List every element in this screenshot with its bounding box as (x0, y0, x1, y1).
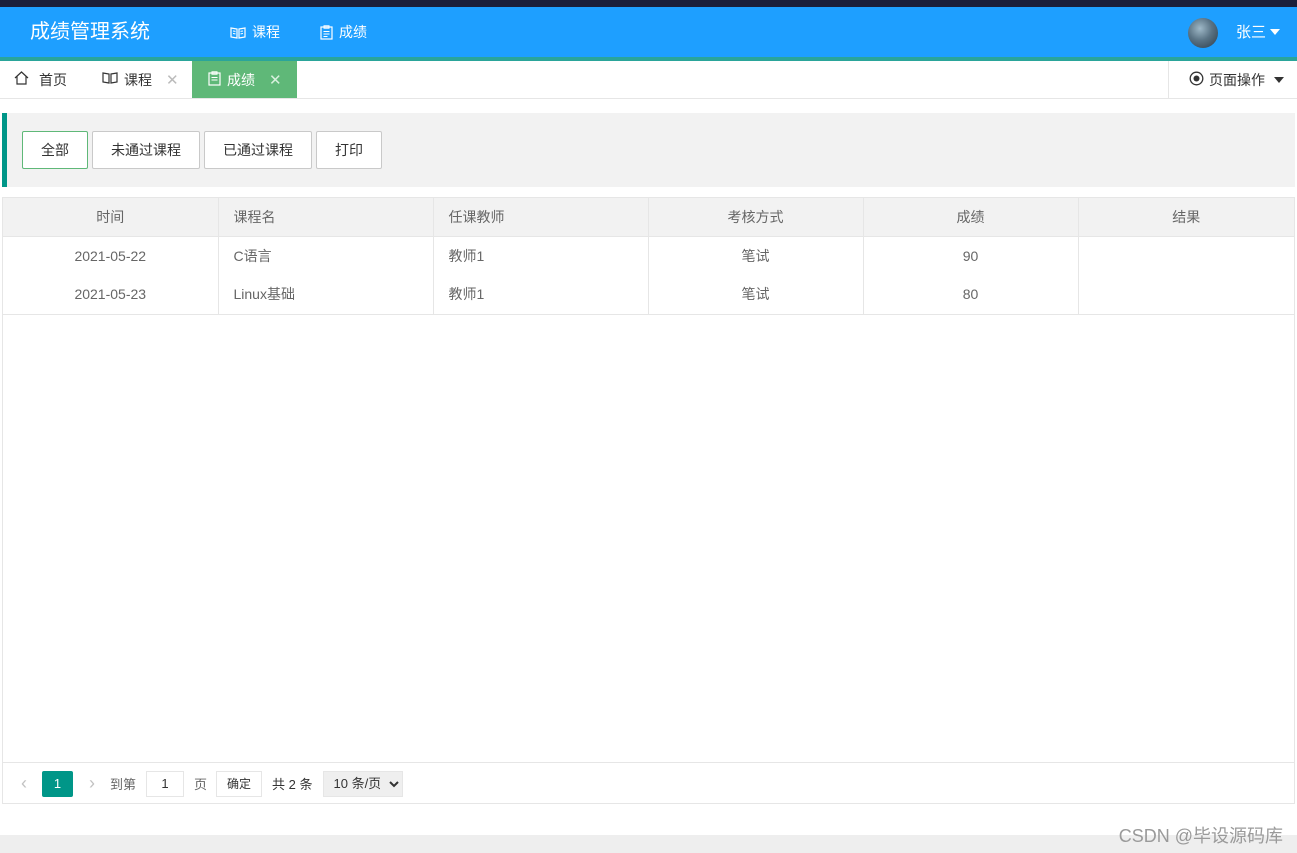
nav-label: 课程 (252, 24, 280, 40)
cell-course: C语言 (218, 236, 434, 275)
close-icon[interactable]: ✕ (269, 71, 282, 89)
grades-table: 时间 课程名 任课教师 考核方式 成绩 结果 2021-05-22 C语言 教师… (2, 197, 1295, 804)
nav-label: 成绩 (339, 24, 367, 40)
total-count-label: 共 2 条 (272, 777, 313, 792)
chevron-down-icon (1274, 76, 1284, 83)
tab-label: 课程 (124, 71, 152, 88)
cell-time: 2021-05-22 (3, 236, 219, 275)
page-size-select[interactable]: 10 条/页 (322, 770, 403, 797)
confirm-jump-button[interactable]: 确定 (216, 770, 263, 797)
chevron-down-icon[interactable] (1270, 29, 1280, 35)
watermark: CSDN @毕设源码库 (1118, 826, 1283, 846)
cell-teacher: 教师1 (433, 275, 649, 315)
table-row[interactable]: 2021-05-23 Linux基础 教师1 笔试 80 (3, 275, 1294, 315)
cell-exam-type: 笔试 (648, 275, 864, 315)
column-header-time[interactable]: 时间 (3, 198, 219, 237)
cell-teacher: 教师1 (433, 236, 649, 275)
clipboard-icon (320, 25, 333, 40)
cell-score: 80 (863, 275, 1079, 315)
tab-label: 成绩 (227, 71, 255, 88)
book-icon (230, 26, 246, 40)
tab-label: 首页 (39, 71, 67, 88)
home-icon (14, 71, 29, 88)
column-header-exam-type[interactable]: 考核方式 (648, 198, 864, 237)
column-header-score[interactable]: 成绩 (863, 198, 1079, 237)
table-row[interactable]: 2021-05-22 C语言 教师1 笔试 90 (3, 236, 1294, 275)
book-icon (102, 71, 118, 88)
chevron-right-icon[interactable]: › (82, 773, 102, 794)
chevron-left-icon[interactable]: ‹ (14, 773, 34, 794)
cell-result (1078, 236, 1294, 275)
print-button[interactable]: 打印 (316, 131, 382, 169)
clipboard-icon (208, 70, 221, 89)
cell-time: 2021-05-23 (3, 275, 219, 315)
app-header: 成绩管理系统 课程 成绩 张三 (0, 7, 1297, 62)
filter-bar: 全部 未通过课程 已通过课程 打印 (2, 113, 1295, 187)
cell-course: Linux基础 (218, 275, 434, 315)
tabs-bar: 首页 课程 ✕ 成绩 ✕ 页面操作 (0, 61, 1297, 99)
column-header-course[interactable]: 课程名 (218, 198, 434, 237)
radio-target-icon (1189, 71, 1204, 89)
top-strip (0, 0, 1297, 7)
nav-item-grades[interactable]: 成绩 (320, 7, 367, 58)
cell-score: 90 (863, 236, 1079, 275)
filter-passed-button[interactable]: 已通过课程 (204, 131, 312, 169)
tab-courses[interactable]: 课程 ✕ (86, 61, 192, 98)
pagination: ‹ 1 › 到第 页 确定 共 2 条 10 条/页 (3, 762, 1294, 804)
nav-item-courses[interactable]: 课程 (230, 7, 280, 58)
cell-result (1078, 275, 1294, 315)
page-jump-input[interactable] (146, 770, 185, 797)
cell-exam-type: 笔试 (648, 236, 864, 275)
tab-grades[interactable]: 成绩 ✕ (192, 61, 297, 98)
avatar[interactable] (1188, 18, 1218, 48)
filter-failed-button[interactable]: 未通过课程 (92, 131, 200, 169)
footer (0, 835, 1297, 853)
page-suffix-label: 页 (194, 777, 208, 792)
page-operations-label: 页面操作 (1209, 71, 1265, 88)
app-brand: 成绩管理系统 (30, 21, 150, 43)
current-page-button[interactable]: 1 (42, 770, 73, 797)
page-operations-dropdown[interactable]: 页面操作 (1168, 61, 1297, 98)
column-header-teacher[interactable]: 任课教师 (433, 198, 649, 237)
column-header-result[interactable]: 结果 (1078, 198, 1294, 237)
goto-label: 到第 (110, 777, 137, 792)
tab-home[interactable]: 首页 (0, 61, 86, 98)
table-header-row: 时间 课程名 任课教师 考核方式 成绩 结果 (3, 198, 1294, 237)
close-icon[interactable]: ✕ (166, 71, 179, 89)
filter-all-button[interactable]: 全部 (22, 131, 88, 169)
user-name[interactable]: 张三 (1236, 7, 1266, 58)
